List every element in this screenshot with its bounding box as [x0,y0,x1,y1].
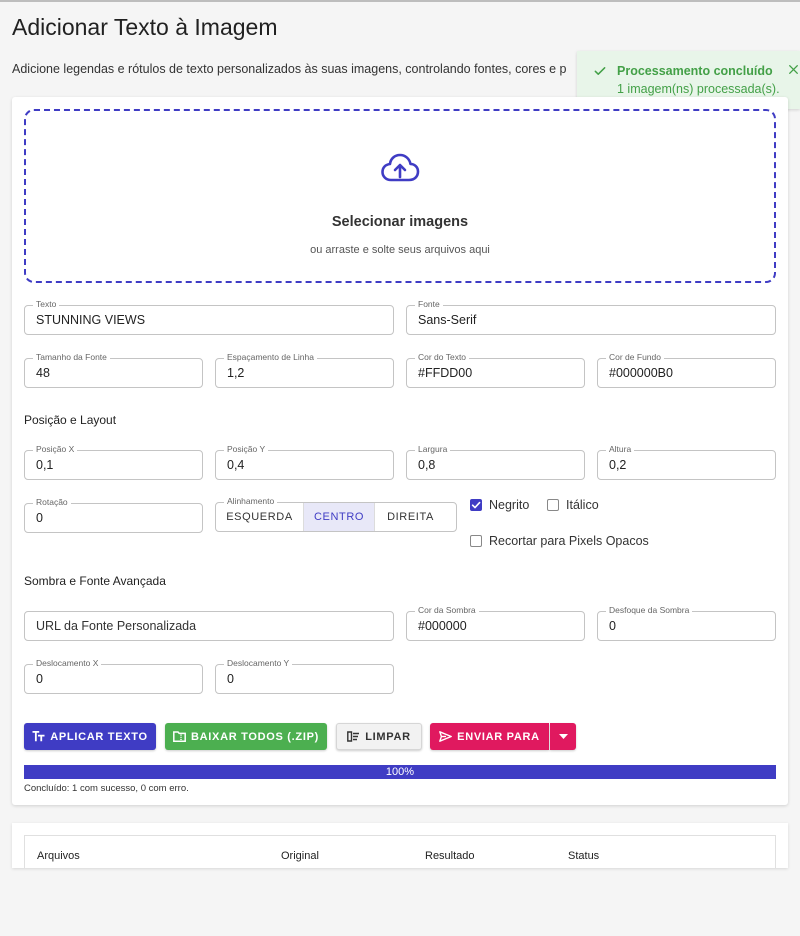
download-all-button[interactable]: BAIXAR TODOS (.ZIP) [165,723,327,750]
offset-y-field[interactable]: Deslocamento Y 0 [215,658,394,694]
width-field[interactable]: Largura 0,8 [406,444,585,480]
send-to-label: ENVIAR PARA [457,730,540,743]
check-icon [593,64,607,83]
pos-x-value: 0,1 [36,458,54,472]
page-title: Adicionar Texto à Imagem [12,14,278,40]
rotation-field[interactable]: Rotação 0 [24,497,203,533]
section-shadow-advanced: Sombra e Fonte Avançada [24,574,166,588]
font-size-field[interactable]: Tamanho da Fonte 48 [24,352,203,388]
bg-color-value: #000000B0 [609,366,673,380]
font-select-value: Sans-Serif [418,313,477,327]
bg-color-field[interactable]: Cor de Fundo #000000B0 [597,352,776,388]
custom-font-url-placeholder: URL da Fonte Personalizada [36,619,197,633]
crop-label: Recortar para Pixels Opacos [489,534,649,548]
offset-y-value: 0 [227,672,234,686]
font-size-label: Tamanho da Fonte [33,352,110,363]
progress-label: 100% [385,766,415,778]
pos-x-field[interactable]: Posição X 0,1 [24,444,203,480]
crop-checkbox[interactable]: Recortar para Pixels Opacos [470,534,649,548]
upload-title: Selecionar imagens [331,214,469,230]
shadow-blur-value: 0 [609,619,616,633]
progress-bar: 100% [24,765,776,779]
editor-card: Selecionar imagens ou arraste e solte se… [12,97,788,805]
pos-y-value: 0,4 [227,458,245,472]
pos-x-label: Posição X [33,444,78,455]
line-spacing-field[interactable]: Espaçamento de Linha 1,2 [215,352,394,388]
send-to-button[interactable]: ENVIAR PARA [430,723,549,750]
header-original: Original [281,850,319,862]
line-spacing-value: 1,2 [227,366,245,380]
bold-label: Negrito [489,498,530,512]
italic-checkbox[interactable]: Itálico [547,498,599,512]
section-position-layout: Posição e Layout [24,413,117,427]
text-color-label: Cor do Texto [415,352,470,363]
offset-x-value: 0 [36,672,43,686]
italic-label: Itálico [566,498,599,512]
send-to-menu-button[interactable] [550,723,576,750]
apply-text-label: APLICAR TEXTO [50,730,148,743]
offset-x-field[interactable]: Deslocamento X 0 [24,658,203,694]
shadow-color-value: #000000 [418,619,467,633]
bold-checkbox[interactable]: Negrito [470,498,529,512]
height-label: Altura [606,444,635,455]
shadow-color-field[interactable]: Cor da Sombra #000000 [406,605,585,641]
alignment-toggle: Alinhamento ESQUERDA CENTRO DIREITA [215,496,457,532]
toast-message: 1 imagem(ns) processada(s). [617,82,780,96]
upload-dropzone[interactable]: Selecionar imagens ou arraste e solte se… [24,109,776,283]
width-value: 0,8 [418,458,436,472]
header-result: Resultado [425,850,475,862]
offset-y-label: Deslocamento Y [224,658,293,669]
rotation-label: Rotação [33,497,71,508]
checkbox-empty-icon [547,499,559,511]
caret-down-icon [558,734,568,739]
alignment-label: Alinhamento [224,496,278,507]
checkbox-empty-icon [470,535,482,547]
font-select-label: Fonte [415,299,443,310]
pos-y-label: Posição Y [224,444,269,455]
close-icon[interactable] [787,63,800,81]
pos-y-field[interactable]: Posição Y 0,4 [215,444,394,480]
status-summary: Concluído: 1 com sucesso, 0 com erro. [24,783,189,794]
line-spacing-label: Espaçamento de Linha [224,352,317,363]
width-label: Largura [415,444,451,455]
align-right-option[interactable]: DIREITA [375,503,446,531]
text-field-label: Texto [33,299,60,310]
align-center-option[interactable]: CENTRO [304,503,375,531]
top-divider [0,0,800,2]
text-field-value: STUNNING VIEWS [36,313,146,327]
page-description: Adicione legendas e rótulos de texto per… [12,62,567,76]
apply-text-button[interactable]: APLICAR TEXTO [24,723,156,750]
font-size-value: 48 [36,366,50,380]
bg-color-label: Cor de Fundo [606,352,664,363]
shadow-blur-field[interactable]: Desfoque da Sombra 0 [597,605,776,641]
align-left-option[interactable]: ESQUERDA [216,503,304,531]
custom-font-url-input[interactable]: URL da Fonte Personalizada [24,611,394,641]
text-color-value: #FFDD00 [418,366,473,380]
toast-title: Processamento concluído [617,64,773,78]
clear-label: LIMPAR [365,730,411,743]
clear-all-icon [347,731,360,742]
height-field[interactable]: Altura 0,2 [597,444,776,480]
download-all-label: BAIXAR TODOS (.ZIP) [191,730,319,743]
text-color-field[interactable]: Cor do Texto #FFDD00 [406,352,585,388]
upload-subtitle: ou arraste e solte seus arquivos aqui [310,244,490,256]
results-card: Arquivos Original Resultado Status [12,823,788,868]
header-files: Arquivos [37,850,80,862]
shadow-blur-label: Desfoque da Sombra [606,605,693,616]
cloud-upload-icon [380,152,420,189]
header-status: Status [568,850,600,862]
text-field[interactable]: Texto STUNNING VIEWS [24,299,394,335]
shadow-color-label: Cor da Sombra [415,605,479,616]
folder-zip-icon [173,731,186,742]
offset-x-label: Deslocamento X [33,658,102,669]
font-select[interactable]: Fonte Sans-Serif [406,299,776,335]
clear-button[interactable]: LIMPAR [336,723,422,750]
results-table: Arquivos Original Resultado Status [24,835,776,868]
text-size-icon [32,731,45,742]
rotation-value: 0 [36,511,43,525]
send-icon [439,731,453,742]
height-value: 0,2 [609,458,627,472]
checkbox-checked-icon [470,499,482,511]
